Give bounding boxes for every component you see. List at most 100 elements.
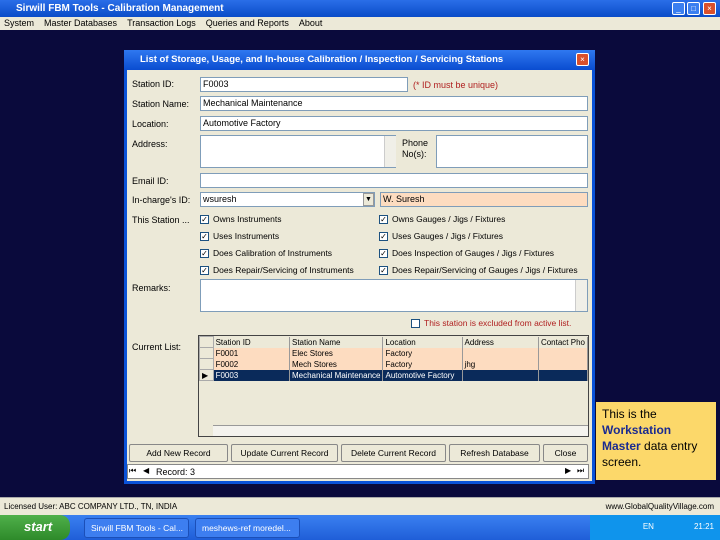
last-record-icon[interactable]: ⏭ [577,466,584,476]
menu-master-databases[interactable]: Master Databases [44,18,117,29]
cell [462,369,539,381]
row-header [199,358,214,370]
checkbox-label: Uses Instruments [213,231,280,241]
checkbox-label: Does Repair/Servicing of Instruments [213,265,354,275]
taskbar-item-doc[interactable]: meshews-ref moredel... [195,518,300,538]
checkbox-label: Uses Gauges / Jigs / Fixtures [392,231,504,241]
incharge-label: In-charge's ID: [132,195,191,205]
add-new-record-button[interactable]: Add New Record [129,444,228,462]
check-icon: ✓ [379,266,388,276]
column-header[interactable]: Station ID [213,336,290,348]
cell: Factory [382,358,463,370]
check-icon: ✓ [200,249,209,259]
checkbox-uses-gauges[interactable]: ✓ Uses Gauges / Jigs / Fixtures [379,231,504,242]
check-icon: ✓ [200,215,209,225]
cell [538,347,589,359]
column-header[interactable]: Contact Pho [538,336,589,348]
cell: F0001 [213,347,290,359]
column-header[interactable]: Station Name [289,336,384,348]
station-name-label: Station Name: [132,99,190,109]
language-indicator[interactable]: EN [643,522,654,531]
checkbox-label: Owns Instruments [213,214,282,224]
table-row[interactable]: F0001 Elec Stores Factory [199,347,589,359]
start-button[interactable]: start [0,515,70,540]
address-label: Address: [132,139,168,149]
record-counter: Record: 3 [156,467,196,477]
start-label: start [24,519,53,534]
checkbox-calibration[interactable]: ✓ Does Calibration of Instruments [200,248,333,259]
checkbox-repair-gauges[interactable]: ✓ Does Repair/Servicing of Gauges / Jigs … [379,265,578,276]
first-record-icon[interactable]: ⏮ [129,466,136,476]
check-icon: ✓ [200,232,209,242]
address-textarea[interactable] [200,135,396,168]
location-label: Location: [132,119,169,129]
stations-grid[interactable]: Station ID Station Name Location Address… [198,335,589,437]
checkbox-uses-instruments[interactable]: ✓ Uses Instruments [200,231,280,242]
chevron-down-icon[interactable]: ▼ [363,193,374,206]
checkbox-repair-instruments[interactable]: ✓ Does Repair/Servicing of Instruments [200,265,354,276]
email-input[interactable] [200,173,588,188]
column-header[interactable]: Address [462,336,539,348]
email-label: Email ID: [132,176,169,186]
checkbox-label: This station is excluded from active lis… [424,318,572,328]
system-tray: EN 21:21 [590,515,720,540]
dialog-close-button[interactable]: × [576,53,589,66]
dialog-title-bar: List of Storage, Usage, and In-house Cal… [124,50,595,70]
incharge-name-field: W. Suresh [380,192,588,207]
row-header [199,347,214,359]
grid-horizontal-scrollbar[interactable] [213,425,588,436]
checkbox-owns-instruments[interactable]: ✓ Owns Instruments [200,214,282,225]
close-app-button[interactable]: × [703,2,716,15]
cell: Mech Stores [289,358,384,370]
checkbox-label: Does Calibration of Instruments [213,248,333,258]
table-row[interactable]: F0002 Mech Stores Factory jhg [199,358,589,370]
maximize-button[interactable]: □ [687,2,700,15]
phone-input[interactable] [436,135,588,168]
remarks-scrollbar[interactable] [575,280,587,311]
cell [462,347,539,359]
license-text: Licensed User: ABC COMPANY LTD., TN, IND… [4,502,178,511]
refresh-database-button[interactable]: Refresh Database [449,444,540,462]
remarks-textarea[interactable] [200,279,588,312]
station-name-input[interactable]: Mechanical Maintenance [200,96,588,111]
update-record-button[interactable]: Update Current Record [231,444,338,462]
minimize-button[interactable]: _ [672,2,685,15]
cell: Mechanical Maintenance [289,369,384,381]
prev-record-icon[interactable]: ◀ [143,466,149,475]
location-input[interactable]: Automotive Factory [200,116,588,131]
menu-transaction-logs[interactable]: Transaction Logs [127,18,196,29]
taskbar-item-fbm[interactable]: Sirwill FBM Tools - Cal... [84,518,189,538]
checkbox-label: Owns Gauges / Jigs / Fixtures [392,214,506,224]
delete-record-button[interactable]: Delete Current Record [341,444,446,462]
checkbox-label: Does Inspection of Gauges / Jigs / Fixtu… [392,248,555,258]
checkbox-excluded[interactable]: This station is excluded from active lis… [411,318,572,329]
station-id-input[interactable]: F0003 [200,77,408,92]
callout-note: This is the Workstation Master data entr… [596,402,716,480]
status-bar: Licensed User: ABC COMPANY LTD., TN, IND… [0,497,720,515]
record-navigator [127,464,589,479]
incharge-select[interactable]: wsuresh [200,192,375,207]
menu-about[interactable]: About [299,18,323,29]
row-header [199,336,214,348]
cell: Automotive Factory [382,369,463,381]
checkbox-owns-gauges[interactable]: ✓ Owns Gauges / Jigs / Fixtures [379,214,506,225]
table-row-selected[interactable]: ▶ F0003 Mechanical Maintenance Automotive F… [199,369,589,381]
checkbox-inspection[interactable]: ✓ Does Inspection of Gauges / Jigs / Fixt… [379,248,555,259]
menu-bar: System Master Databases Transaction Logs… [0,17,720,30]
next-record-icon[interactable]: ▶ [565,466,571,475]
check-icon: ✓ [379,215,388,225]
phone-label: Phone No(s): [402,138,429,159]
remarks-label: Remarks: [132,283,171,293]
current-list-label: Current List: [132,342,182,352]
cell: jhg [462,358,539,370]
checkbox-label: Does Repair/Servicing of Gauges / Jigs /… [392,265,578,275]
address-scrollbar[interactable] [384,136,396,167]
checkbox-box [411,319,420,329]
cell: Factory [382,347,463,359]
menu-queries-reports[interactable]: Queries and Reports [206,18,289,29]
close-button[interactable]: Close [543,444,588,462]
column-header[interactable]: Location [382,336,463,348]
menu-system[interactable]: System [4,18,34,29]
clock: 21:21 [693,522,714,531]
unique-note: (* ID must be unique) [413,80,499,90]
